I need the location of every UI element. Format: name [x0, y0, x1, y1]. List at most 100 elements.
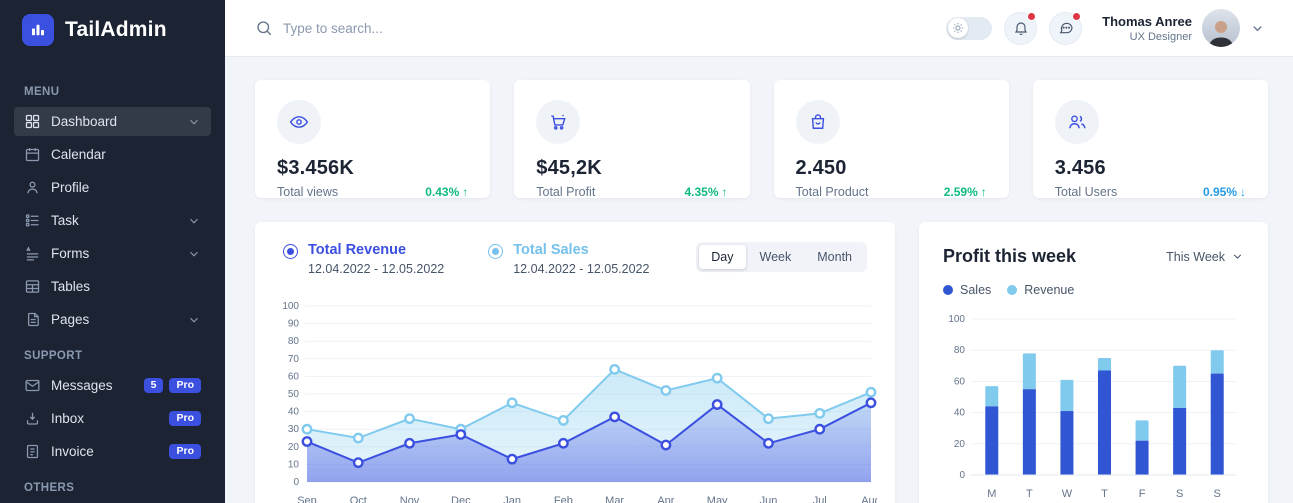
revenue-chart-panel: Total Revenue 12.04.2022 - 12.05.2022 To…	[255, 222, 895, 503]
svg-text:70: 70	[288, 354, 300, 365]
search-box	[255, 19, 946, 37]
chevron-down-icon	[1231, 250, 1244, 263]
tailadmin-logo-icon	[22, 14, 54, 46]
sidebar-item-messages[interactable]: Messages 5 Pro	[14, 371, 211, 400]
messages-count-badge: 5	[144, 378, 164, 394]
down-arrow-icon: ↓	[1240, 185, 1246, 199]
support-section-label: SUPPORT	[24, 350, 201, 362]
total-sales-toggle[interactable]: Total Sales 12.04.2022 - 12.05.2022	[488, 242, 649, 276]
sidebar-item-inbox[interactable]: Inbox Pro	[14, 404, 211, 433]
period-week-button[interactable]: Week	[748, 245, 804, 269]
sidebar-item-label: Forms	[51, 246, 89, 261]
week-select-dropdown[interactable]: This Week	[1166, 250, 1244, 264]
svg-text:S: S	[1214, 488, 1221, 500]
sidebar-item-label: Calendar	[51, 147, 106, 162]
chevron-down-icon	[187, 313, 201, 327]
svg-text:80: 80	[954, 345, 966, 356]
sidebar-item-calendar[interactable]: Calendar	[14, 140, 211, 169]
user-role: UX Designer	[1102, 31, 1192, 43]
svg-text:20: 20	[288, 442, 300, 453]
stat-card-total-profit: $45,2K Total Profit 4.35%↑	[514, 80, 749, 198]
sun-icon	[948, 18, 968, 38]
sidebar-item-task[interactable]: Task	[14, 206, 211, 235]
stat-value: $3.456K	[277, 157, 354, 180]
stat-delta: 0.95%↓	[1203, 185, 1246, 199]
sidebar-item-label: Inbox	[51, 411, 84, 426]
stat-value: 3.456	[1055, 157, 1118, 180]
svg-text:May: May	[707, 495, 728, 503]
sidebar-item-dashboard[interactable]: Dashboard	[14, 107, 211, 136]
sidebar-item-label: Messages	[51, 378, 113, 393]
series-title: Total Sales	[513, 242, 649, 258]
sidebar-item-profile[interactable]: Profile	[14, 173, 211, 202]
sidebar-item-invoice[interactable]: Invoice Pro	[14, 437, 211, 466]
eye-icon	[277, 100, 321, 144]
invoice-icon	[24, 443, 41, 460]
top-header: Thomas Anree UX Designer	[225, 0, 1293, 57]
period-switcher: Day Week Month	[696, 242, 867, 272]
radio-selected-icon	[283, 244, 298, 259]
svg-text:Jan: Jan	[503, 495, 521, 503]
messages-button[interactable]	[1049, 12, 1082, 45]
dashboard-grid-icon	[24, 113, 41, 130]
stat-cards-row: $3.456K Total views 0.43%↑ $45,2K Total …	[255, 80, 1268, 198]
search-icon	[255, 19, 273, 37]
avatar	[1202, 9, 1240, 47]
table-icon	[24, 278, 41, 295]
sidebar-item-pages[interactable]: Pages	[14, 305, 211, 334]
pages-icon	[24, 311, 41, 328]
svg-text:Oct: Oct	[350, 495, 367, 503]
svg-text:Jul: Jul	[813, 495, 827, 503]
radio-selected-icon	[488, 244, 503, 259]
legend-item-sales: Sales	[943, 283, 991, 297]
bar-chart: 020406080100MTWTFSS	[943, 309, 1244, 503]
stat-label: Total Profit	[536, 185, 602, 199]
forms-icon	[24, 245, 41, 262]
svg-text:90: 90	[288, 319, 300, 330]
svg-text:0: 0	[293, 477, 299, 488]
logo[interactable]: TailAdmin	[22, 14, 203, 46]
stat-card-total-product: 2.450 Total Product 2.59%↑	[774, 80, 1009, 198]
svg-text:60: 60	[288, 371, 300, 382]
svg-text:40: 40	[288, 407, 300, 418]
svg-text:60: 60	[954, 376, 966, 387]
stat-label: Total Product	[796, 185, 869, 199]
svg-text:T: T	[1101, 488, 1108, 500]
svg-text:M: M	[987, 488, 996, 500]
sales-legend-dot	[943, 285, 953, 295]
series-date-range: 12.04.2022 - 12.05.2022	[513, 262, 649, 276]
stat-value: $45,2K	[536, 157, 602, 180]
svg-text:Sep: Sep	[297, 495, 317, 503]
svg-text:Aug: Aug	[861, 495, 877, 503]
search-input[interactable]	[283, 21, 563, 36]
calendar-icon	[24, 146, 41, 163]
users-icon	[1055, 100, 1099, 144]
series-title: Total Revenue	[308, 242, 444, 258]
chevron-down-icon	[187, 115, 201, 129]
bell-icon	[1013, 20, 1029, 36]
period-month-button[interactable]: Month	[805, 245, 864, 269]
stat-card-total-views: $3.456K Total views 0.43%↑	[255, 80, 490, 198]
pro-badge: Pro	[169, 411, 201, 427]
sidebar-item-forms[interactable]: Forms	[14, 239, 211, 268]
revenue-legend-dot	[1007, 285, 1017, 295]
svg-text:W: W	[1062, 488, 1073, 500]
total-revenue-toggle[interactable]: Total Revenue 12.04.2022 - 12.05.2022	[283, 242, 444, 276]
period-day-button[interactable]: Day	[699, 245, 745, 269]
bar-chart-legend: Sales Revenue	[943, 283, 1244, 297]
theme-toggle[interactable]	[946, 17, 992, 40]
sidebar-item-tables[interactable]: Tables	[14, 272, 211, 301]
svg-text:Dec: Dec	[451, 495, 471, 503]
app-root: TailAdmin MENU Dashboard Calendar Profil…	[0, 0, 1293, 503]
sidebar-item-label: Dashboard	[51, 114, 117, 129]
inbox-icon	[24, 410, 41, 427]
notifications-button[interactable]	[1004, 12, 1037, 45]
series-date-range: 12.04.2022 - 12.05.2022	[308, 262, 444, 276]
user-menu[interactable]: Thomas Anree UX Designer	[1102, 9, 1265, 47]
stat-delta: 0.43%↑	[425, 185, 468, 199]
panel-title: Profit this week	[943, 246, 1076, 267]
envelope-icon	[24, 377, 41, 394]
svg-text:Apr: Apr	[657, 495, 674, 503]
task-list-icon	[24, 212, 41, 229]
main-content: $3.456K Total views 0.43%↑ $45,2K Total …	[225, 57, 1293, 503]
